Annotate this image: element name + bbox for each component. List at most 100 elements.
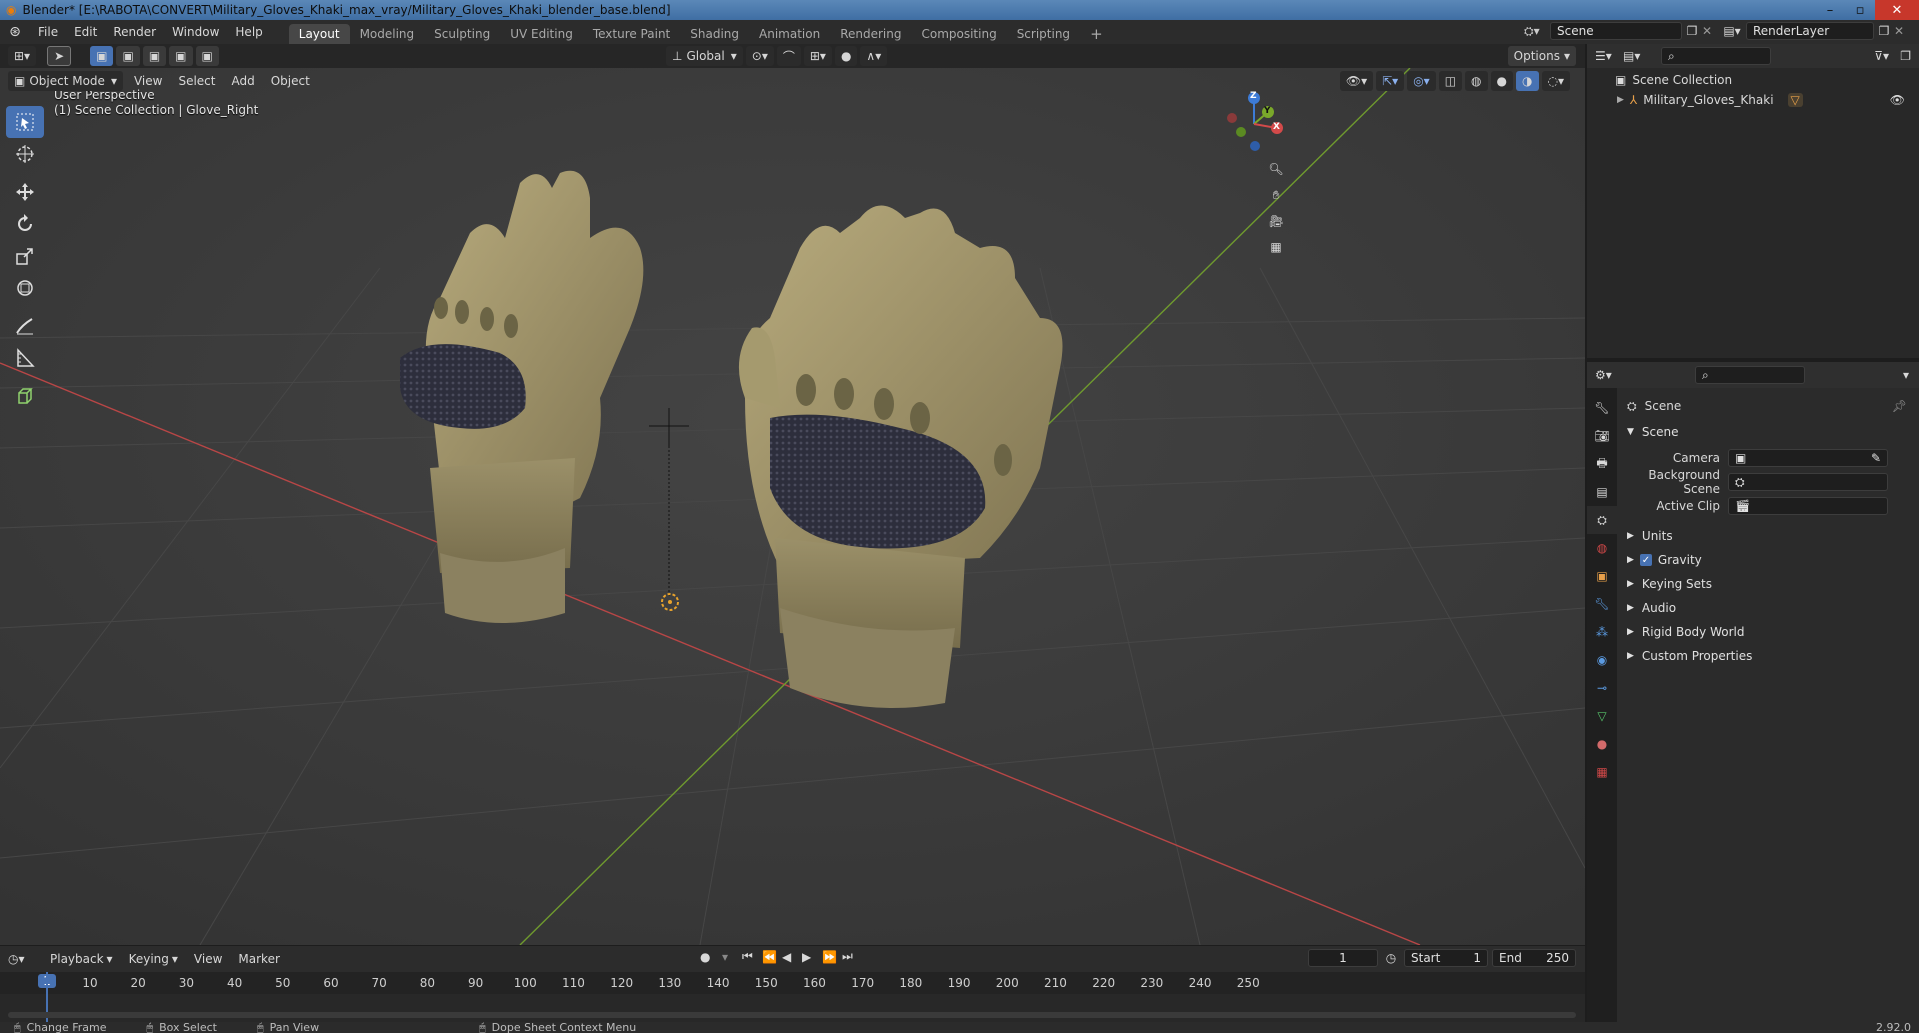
wireframe-shading-icon[interactable]: ◍ bbox=[1465, 71, 1488, 91]
tab-scripting[interactable]: Scripting bbox=[1007, 24, 1080, 44]
menu-edit[interactable]: Edit bbox=[66, 20, 105, 44]
scene-selector-icon[interactable]: ⛭▾ bbox=[1524, 24, 1550, 39]
menu-help[interactable]: Help bbox=[227, 20, 270, 44]
camera-field[interactable]: ▣ ✎ bbox=[1728, 449, 1888, 467]
timeline-menu-keying[interactable]: Keying ▾ bbox=[121, 947, 186, 971]
falloff-icon[interactable]: ∧▾ bbox=[860, 46, 888, 66]
pin-icon[interactable]: 📌︎ bbox=[1892, 399, 1907, 413]
menu-file[interactable]: File bbox=[30, 20, 66, 44]
solid-shading-icon[interactable]: ● bbox=[1490, 71, 1514, 91]
play-reverse-icon[interactable]: ◀ bbox=[782, 950, 802, 964]
tool-tab-icon[interactable]: 🔧︎ bbox=[1587, 394, 1617, 422]
tab-sculpting[interactable]: Sculpting bbox=[424, 24, 500, 44]
select-mode-extend-icon[interactable]: ▣ bbox=[116, 46, 140, 66]
constraints-tab-icon[interactable]: ⊸ bbox=[1587, 674, 1617, 702]
xray-icon[interactable]: ◫ bbox=[1438, 71, 1463, 91]
modifier-tab-icon[interactable]: 🔧︎ bbox=[1587, 590, 1617, 618]
editor-type-icon[interactable]: ⊞▾ bbox=[8, 46, 37, 66]
tab-modeling[interactable]: Modeling bbox=[350, 24, 425, 44]
outliner-search-input[interactable]: ⌕ bbox=[1661, 47, 1771, 65]
timeline-editor-type-icon[interactable]: ◷▾ bbox=[8, 952, 42, 966]
close-button[interactable]: ✕ bbox=[1875, 0, 1919, 20]
pan-hand-icon[interactable]: ✋︎ bbox=[1263, 182, 1289, 208]
tab-uv-editing[interactable]: UV Editing bbox=[500, 24, 583, 44]
outliner-item-military-gloves[interactable]: ▶ ⅄ Military_Gloves_Khaki ▽ 👁︎ bbox=[1587, 90, 1919, 110]
timeline-menu-view[interactable]: View bbox=[186, 947, 230, 971]
scene-field[interactable]: Scene bbox=[1550, 22, 1682, 40]
tab-shading[interactable]: Shading bbox=[680, 24, 749, 44]
view-layer-field[interactable]: RenderLayer bbox=[1746, 22, 1874, 40]
modifier-badge-icon[interactable]: ▽ bbox=[1787, 93, 1803, 107]
select-box-icon[interactable] bbox=[6, 106, 44, 138]
menu-window[interactable]: Window bbox=[164, 20, 227, 44]
select-tool-icon[interactable]: ➤ bbox=[47, 46, 72, 66]
data-tab-icon[interactable]: ▽ bbox=[1587, 702, 1617, 730]
jump-start-icon[interactable]: ⏮ bbox=[742, 949, 762, 964]
gizmo-toggle-icon[interactable]: ⇱▾ bbox=[1376, 71, 1405, 91]
new-view-layer-icon[interactable]: ❐ bbox=[1874, 24, 1894, 38]
material-shading-icon[interactable]: ◑ bbox=[1516, 71, 1539, 91]
tab-layout[interactable]: Layout bbox=[288, 24, 350, 44]
rigid-body-world-panel-header[interactable]: ▶ Rigid Body World bbox=[1627, 620, 1913, 644]
add-cube-icon[interactable] bbox=[6, 380, 44, 412]
eyedropper-icon[interactable]: ✎ bbox=[1871, 451, 1881, 465]
prev-keyframe-icon[interactable]: ⏪ bbox=[762, 950, 782, 964]
tab-animation[interactable]: Animation bbox=[749, 24, 830, 44]
remove-scene-icon[interactable]: ✕ bbox=[1702, 24, 1718, 38]
zoom-icon[interactable]: 🔍︎ bbox=[1263, 156, 1289, 182]
units-panel-header[interactable]: ▶ Units bbox=[1627, 524, 1913, 548]
timeline-menu-marker[interactable]: Marker bbox=[230, 947, 287, 971]
tab-rendering[interactable]: Rendering bbox=[830, 24, 911, 44]
transform-orientation-dropdown[interactable]: ⊥ Global ▾ bbox=[666, 46, 743, 66]
mode-dropdown[interactable]: ▣ Object Mode ▾ bbox=[8, 71, 123, 91]
move-icon[interactable] bbox=[6, 176, 44, 208]
transform-icon[interactable] bbox=[6, 272, 44, 304]
pivot-point-icon[interactable]: ⊙▾ bbox=[745, 46, 774, 66]
select-mode-invert-icon[interactable]: ▣ bbox=[169, 46, 193, 66]
viewport-menu-object[interactable]: Object bbox=[263, 69, 318, 93]
snap-target-icon[interactable]: ⊞▾ bbox=[803, 46, 832, 66]
record-icon[interactable]: ● bbox=[700, 950, 722, 964]
minimize-button[interactable]: – bbox=[1815, 0, 1845, 20]
clock-icon[interactable]: ◷ bbox=[1378, 951, 1404, 965]
active-clip-field[interactable]: 🎬︎ bbox=[1728, 497, 1888, 515]
outliner-editor-type-icon[interactable]: ☰▾ bbox=[1595, 49, 1623, 63]
viewport-menu-add[interactable]: Add bbox=[223, 69, 262, 93]
timeline-track[interactable]: 1102030405060708090100110120130140150160… bbox=[0, 972, 1585, 1022]
material-tab-icon[interactable]: ● bbox=[1587, 730, 1617, 758]
object-tab-icon[interactable]: ▣ bbox=[1587, 562, 1617, 590]
output-tab-icon[interactable]: 🖶 bbox=[1587, 450, 1617, 478]
snap-icon[interactable]: ⌒ bbox=[776, 46, 801, 66]
properties-editor-type-icon[interactable]: ⚙▾ bbox=[1595, 368, 1625, 382]
custom-properties-panel-header[interactable]: ▶ Custom Properties bbox=[1627, 644, 1913, 668]
particles-tab-icon[interactable]: ⁂ bbox=[1587, 618, 1617, 646]
timeline-scrollbar[interactable] bbox=[8, 1012, 1576, 1018]
add-workspace-icon[interactable]: + bbox=[1080, 24, 1113, 44]
new-scene-icon[interactable]: ❐ bbox=[1682, 24, 1702, 38]
chevron-down-icon[interactable]: ▾ bbox=[1903, 368, 1909, 382]
rotate-icon[interactable] bbox=[6, 208, 44, 240]
current-frame-field[interactable]: 1 bbox=[1308, 949, 1378, 967]
chevron-down-icon[interactable]: ▾ bbox=[722, 950, 742, 964]
scale-icon[interactable] bbox=[6, 240, 44, 272]
start-frame-field[interactable]: Start 1 bbox=[1404, 949, 1488, 967]
overlay-toggle-icon[interactable]: ◎▾ bbox=[1407, 71, 1436, 91]
visibility-eye-icon[interactable]: 👁︎ bbox=[1890, 93, 1905, 107]
jump-end-icon[interactable]: ⏭ bbox=[842, 949, 862, 964]
audio-panel-header[interactable]: ▶ Audio bbox=[1627, 596, 1913, 620]
scene-panel-header[interactable]: ▼ Scene bbox=[1627, 420, 1913, 444]
options-dropdown[interactable]: Options ▾ bbox=[1507, 46, 1576, 66]
visibility-icon[interactable]: 👁︎▾ bbox=[1339, 71, 1374, 91]
scene-tab-icon[interactable]: ⛭ bbox=[1587, 506, 1617, 534]
play-icon[interactable]: ▶ bbox=[802, 950, 822, 964]
maximize-button[interactable]: ▫ bbox=[1845, 0, 1875, 20]
3d-viewport[interactable]: User Perspective (1) Scene Collection | … bbox=[0, 68, 1585, 945]
select-mode-intersect-icon[interactable]: ▣ bbox=[195, 46, 219, 66]
select-mode-new-icon[interactable]: ▣ bbox=[90, 46, 114, 66]
menu-render[interactable]: Render bbox=[105, 20, 164, 44]
timeline-menu-playback[interactable]: Playback ▾ bbox=[42, 947, 121, 971]
rendered-shading-icon[interactable]: ◌▾ bbox=[1541, 71, 1570, 91]
cursor-icon[interactable] bbox=[6, 138, 44, 170]
camera-view-icon[interactable]: 🎥︎ bbox=[1263, 208, 1289, 234]
filter-icon[interactable]: ⊽▾ bbox=[1874, 49, 1889, 63]
